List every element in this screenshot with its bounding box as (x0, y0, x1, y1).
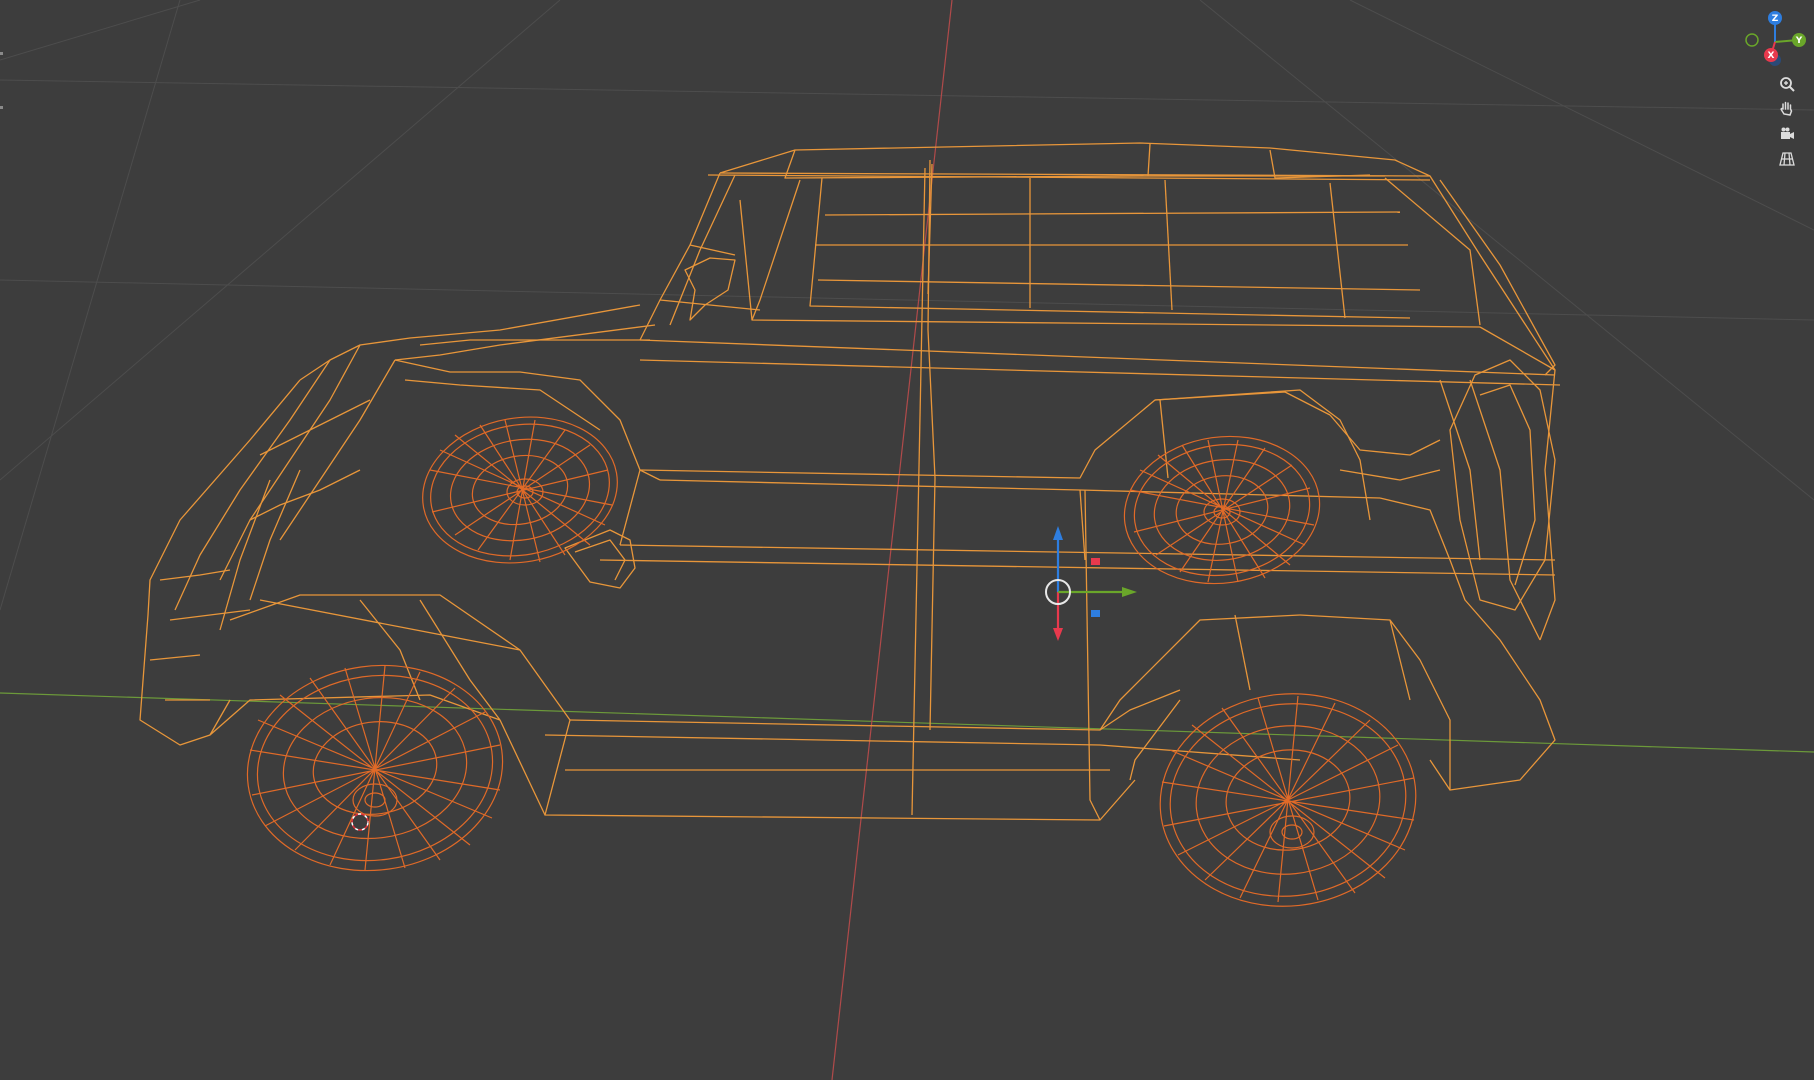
transform-gizmo[interactable] (1045, 526, 1137, 641)
left-edge-marker (0, 52, 3, 55)
hand-pan-icon (1780, 101, 1793, 116)
wheels-wireframe[interactable] (234, 402, 1426, 919)
perspective-grid-icon (1779, 152, 1795, 166)
gizmo-z-label: Z (1772, 14, 1779, 24)
car-body-wireframe[interactable] (139, 142, 1561, 821)
zoom-button[interactable] (1778, 75, 1802, 99)
wheel-rear-near[interactable] (1150, 681, 1427, 919)
perspective-toggle-button[interactable] (1778, 150, 1802, 174)
gizmo-plane-xz[interactable] (1091, 558, 1100, 565)
gizmo-neg-y-ball[interactable] (1745, 33, 1759, 47)
3d-cursor[interactable] (351, 813, 369, 831)
3d-viewport[interactable]: Z Y X (0, 0, 1814, 1080)
floor-grid (0, 0, 1814, 611)
viewport-canvas[interactable] (0, 0, 1814, 1080)
left-edge-marker (0, 106, 3, 109)
world-y-axis-line (0, 692, 1814, 753)
zoom-icon (1780, 77, 1795, 92)
gizmo-plane-xy[interactable] (1091, 610, 1100, 617)
gizmo-y-label: Y (1795, 36, 1803, 46)
wheel-front-far[interactable] (411, 402, 629, 578)
camera-view-button[interactable] (1778, 125, 1802, 149)
pan-button[interactable] (1778, 100, 1802, 124)
gizmo-x-label: X (1768, 51, 1775, 61)
camera-view-icon (1781, 127, 1794, 139)
